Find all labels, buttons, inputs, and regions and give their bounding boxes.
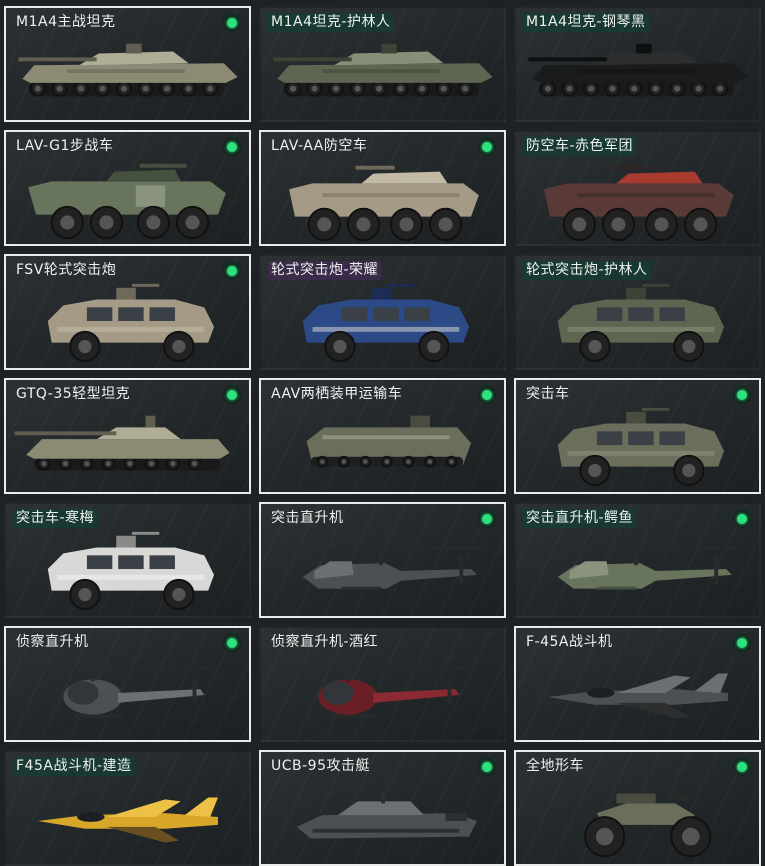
green-dot-icon — [227, 266, 237, 276]
vehicle-card[interactable]: 突击车 — [514, 378, 761, 494]
vehicle-name: GTQ-35轻型坦克 — [16, 386, 131, 402]
armored-car-icon — [557, 283, 725, 363]
available-status-icon — [733, 510, 751, 528]
vehicle-card[interactable]: F-45A战斗机 — [514, 626, 761, 742]
vehicle-name: UCB-95攻击艇 — [271, 758, 370, 774]
light-tank-icon — [14, 415, 230, 471]
attack-boat-icon — [296, 791, 477, 839]
vehicle-name: 轮式突击炮-护林人 — [523, 261, 651, 280]
vehicle-card[interactable]: LAV-G1步战车 — [4, 130, 251, 246]
green-dot-icon — [737, 390, 747, 400]
available-status-icon — [478, 138, 496, 156]
vehicle-name: AAV两栖装甲运输车 — [271, 386, 403, 402]
vehicle-card[interactable]: M1A4主战坦克 — [4, 6, 251, 122]
vehicle-name: FSV轮式突击炮 — [16, 262, 117, 278]
scout-helicopter-icon — [37, 667, 215, 718]
fighter-jet-icon — [37, 797, 218, 843]
vehicle-name: LAV-G1步战车 — [16, 138, 114, 154]
available-status-icon — [223, 262, 241, 280]
scout-helicopter-icon — [292, 667, 470, 718]
fighter-jet-icon — [547, 673, 728, 719]
available-status-icon — [733, 634, 751, 652]
vehicle-name: 侦察直升机-酒红 — [271, 634, 379, 650]
assault-vehicle-icon — [557, 407, 725, 487]
vehicle-name: 轮式突击炮-荣耀 — [268, 261, 382, 280]
available-status-icon — [223, 634, 241, 652]
vehicle-name: F-45A战斗机 — [526, 634, 613, 650]
vehicle-card[interactable]: 全地形车 — [514, 750, 761, 866]
vehicle-card[interactable]: GTQ-35轻型坦克 — [4, 378, 251, 494]
available-status-icon — [478, 386, 496, 404]
available-status-icon — [223, 14, 241, 32]
available-status-icon — [223, 138, 241, 156]
vehicle-card[interactable]: AAV两栖装甲运输车 — [259, 378, 506, 494]
vehicle-card[interactable]: F45A战斗机-建造 — [4, 750, 251, 866]
vehicle-name: M1A4坦克-钢琴黑 — [523, 13, 649, 32]
green-dot-icon — [227, 638, 237, 648]
green-dot-icon — [737, 762, 747, 772]
armored-car-icon — [47, 283, 215, 363]
vehicle-name: 全地形车 — [526, 758, 584, 774]
tank-icon — [273, 43, 493, 97]
vehicle-card[interactable]: LAV-AA防空车 — [259, 130, 506, 246]
vehicle-name: F45A战斗机-建造 — [13, 757, 135, 776]
atv-icon — [584, 793, 712, 858]
green-dot-icon — [482, 390, 492, 400]
vehicle-card[interactable]: 突击直升机-鳄鱼 — [514, 502, 761, 618]
vehicle-name: 防空车-赤色军团 — [523, 137, 637, 156]
ifv-icon — [28, 163, 226, 240]
available-status-icon — [223, 386, 241, 404]
amphibious-vehicle-icon — [306, 415, 472, 468]
assault-vehicle-icon — [47, 531, 215, 611]
attack-helicopter-icon — [540, 547, 736, 590]
vehicle-card[interactable]: 突击车-寒梅 — [4, 502, 251, 618]
green-dot-icon — [482, 142, 492, 152]
attack-helicopter-icon — [285, 547, 481, 590]
aa-vehicle-icon — [544, 165, 734, 242]
green-dot-icon — [227, 18, 237, 28]
vehicle-card[interactable]: 突击直升机 — [259, 502, 506, 618]
armored-car-icon — [302, 283, 470, 363]
vehicle-card[interactable]: UCB-95攻击艇 — [259, 750, 506, 866]
green-dot-icon — [227, 142, 237, 152]
green-dot-icon — [737, 514, 747, 524]
tank-icon — [18, 43, 238, 97]
vehicle-name: 突击直升机 — [271, 510, 344, 526]
available-status-icon — [478, 510, 496, 528]
vehicle-card[interactable]: M1A4坦克-钢琴黑 — [514, 6, 761, 122]
vehicle-name: 突击直升机-鳄鱼 — [523, 509, 637, 528]
available-status-icon — [733, 386, 751, 404]
green-dot-icon — [737, 638, 747, 648]
vehicle-card[interactable]: 轮式突击炮-荣耀 — [259, 254, 506, 370]
green-dot-icon — [482, 514, 492, 524]
vehicle-name: M1A4主战坦克 — [16, 14, 116, 30]
vehicle-card[interactable]: 侦察直升机-酒红 — [259, 626, 506, 742]
vehicle-card[interactable]: FSV轮式突击炮 — [4, 254, 251, 370]
tank-icon — [528, 43, 748, 97]
vehicle-name: 突击车 — [526, 386, 570, 402]
vehicle-card[interactable]: M1A4坦克-护林人 — [259, 6, 506, 122]
vehicle-name: LAV-AA防空车 — [271, 138, 368, 154]
green-dot-icon — [482, 762, 492, 772]
vehicle-card[interactable]: 轮式突击炮-护林人 — [514, 254, 761, 370]
aa-vehicle-icon — [289, 165, 479, 242]
vehicle-name: M1A4坦克-护林人 — [268, 13, 394, 32]
vehicle-grid: M1A4主战坦克 M1A4坦克-护林人 M1A4坦克-钢琴黑 LAV-G1步战车 — [0, 0, 765, 866]
vehicle-name: 突击车-寒梅 — [13, 509, 98, 528]
available-status-icon — [733, 758, 751, 776]
green-dot-icon — [227, 390, 237, 400]
vehicle-name: 侦察直升机 — [16, 634, 89, 650]
available-status-icon — [478, 758, 496, 776]
vehicle-card[interactable]: 防空车-赤色军团 — [514, 130, 761, 246]
vehicle-card[interactable]: 侦察直升机 — [4, 626, 251, 742]
